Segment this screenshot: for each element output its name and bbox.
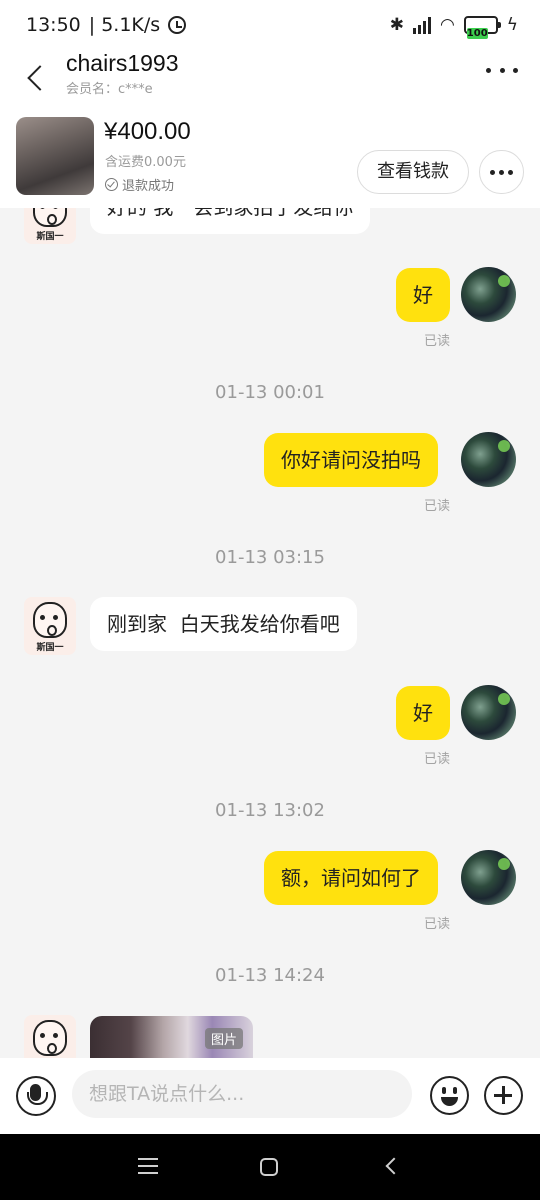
status-time: 13:50 — [26, 14, 81, 36]
page-title: chairs1993 — [66, 50, 179, 76]
input-bar: 想跟TA说点什么... — [0, 1058, 540, 1134]
product-more-button[interactable] — [479, 150, 524, 194]
network-speed: | 5.1K/s — [88, 14, 161, 36]
check-circle-icon — [105, 178, 118, 191]
member-name: 会员名：c***e — [66, 82, 153, 97]
timestamp: 01-13 03:15 — [215, 547, 325, 568]
microphone-icon[interactable] — [16, 1076, 56, 1116]
home-icon[interactable] — [260, 1158, 278, 1176]
contact-avatar[interactable]: 斯国一 — [24, 1015, 76, 1058]
signal-icon — [412, 16, 431, 34]
image-message[interactable]: 图片 — [90, 1016, 253, 1058]
chat-messages[interactable]: 斯国一 好的 我一会到家拍了发给你 好 已读 01-13 00:01 你好请问没… — [0, 208, 540, 1058]
wifi-icon: ◠ — [439, 15, 455, 35]
timestamp: 01-13 00:01 — [215, 382, 325, 403]
alarm-icon — [168, 16, 187, 34]
emoji-icon[interactable] — [430, 1076, 469, 1115]
my-avatar[interactable] — [461, 432, 516, 487]
message-bubble-partial[interactable]: 好的 我一会到家拍了发给你 — [90, 208, 371, 234]
bluetooth-icon: ✱ — [389, 15, 404, 35]
more-icon[interactable] — [486, 64, 518, 76]
battery-icon: 100 — [463, 16, 501, 39]
message-bubble[interactable]: 好 — [396, 268, 450, 322]
read-status: 已读 — [424, 917, 451, 932]
my-avatar[interactable] — [461, 850, 516, 905]
system-nav-bar — [0, 1134, 540, 1200]
read-status: 已读 — [424, 752, 451, 767]
refund-status: 退款成功 — [105, 175, 174, 194]
read-status: 已读 — [424, 334, 451, 349]
image-label: 图片 — [204, 1028, 243, 1049]
shipping-fee: 含运费0.00元 — [105, 155, 186, 170]
product-price: ¥400.00 — [104, 118, 191, 145]
product-thumbnail[interactable] — [16, 117, 94, 195]
my-avatar[interactable] — [461, 267, 516, 322]
back-nav-icon[interactable] — [385, 1157, 403, 1175]
chat-header: chairs1993 会员名：c***e — [0, 50, 540, 108]
message-input[interactable]: 想跟TA说点什么... — [72, 1070, 412, 1118]
product-card[interactable]: ¥400.00 含运费0.00元 退款成功 查看钱款 — [0, 108, 540, 208]
timestamp: 01-13 14:24 — [215, 965, 325, 986]
contact-avatar[interactable]: 斯国一 — [24, 597, 76, 655]
charging-icon: ϟ — [506, 15, 518, 35]
plus-icon[interactable] — [484, 1076, 523, 1115]
message-bubble[interactable]: 额，请问如何了 — [264, 851, 438, 905]
battery-level: 100 — [466, 28, 488, 39]
my-avatar[interactable] — [461, 685, 516, 740]
message-bubble[interactable]: 刚到家 白天我发给你看吧 — [90, 597, 357, 651]
menu-icon[interactable] — [138, 1158, 158, 1174]
timestamp: 01-13 13:02 — [215, 800, 325, 821]
contact-avatar[interactable]: 斯国一 — [24, 208, 76, 244]
back-button[interactable] — [22, 58, 52, 98]
status-bar: 13:50 | 5.1K/s ✱ ◠ 100 ϟ — [0, 0, 540, 50]
read-status: 已读 — [424, 499, 451, 514]
message-bubble[interactable]: 好 — [396, 686, 450, 740]
view-money-button[interactable]: 查看钱款 — [357, 150, 469, 194]
refund-status-label: 退款成功 — [122, 179, 175, 194]
message-bubble[interactable]: 你好请问没拍吗 — [264, 433, 438, 487]
